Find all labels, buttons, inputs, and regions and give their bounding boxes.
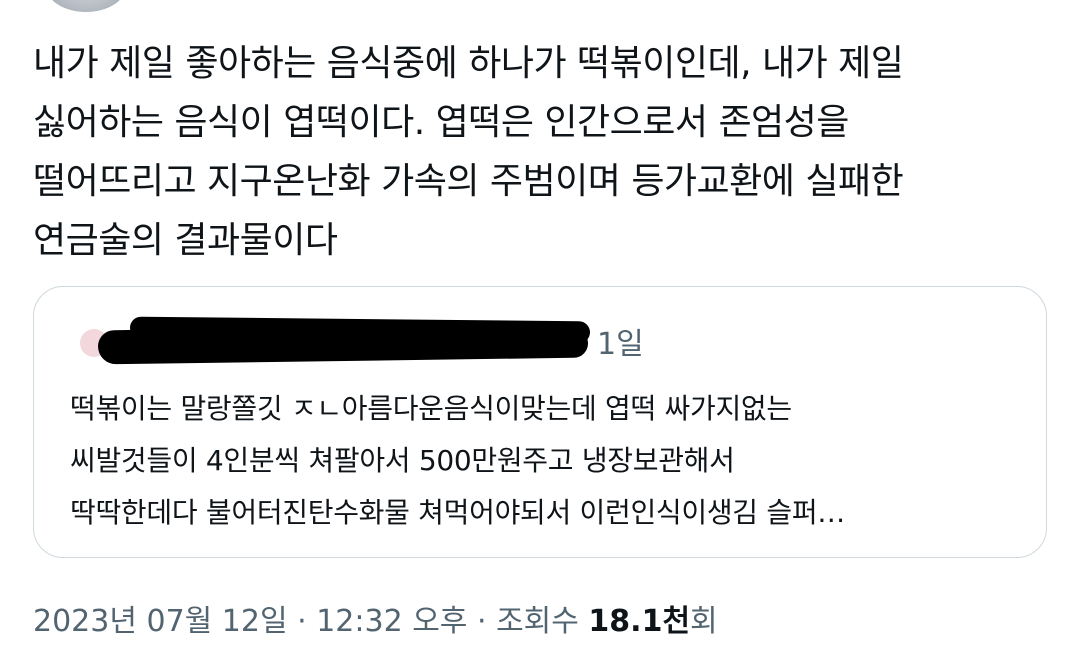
quoted-tweet-header: 1일 (70, 316, 670, 367)
meta-separator: · (476, 604, 487, 639)
views-count[interactable]: 18.1천 (588, 604, 690, 639)
tweet-date[interactable]: 2023년 07월 12일 (33, 604, 288, 639)
tweet-text-line: 내가 제일 좋아하는 음식중에 하나가 떡볶이인데, 내가 제일 (33, 43, 904, 84)
quoted-tweet-time[interactable]: 1일 (597, 319, 644, 363)
tweet-text: 내가 제일 좋아하는 음식중에 하나가 떡볶이인데, 내가 제일 싫어하는 음식… (33, 34, 1048, 270)
quoted-tweet-text-line: 씨발것들이 4인분씩 쳐팔아서 500만원주고 냉장보관해서 (70, 444, 735, 477)
quoted-tweet-text-line: 딱딱한데다 불어터진탄수화물 쳐먹어야되서 이런인식이생김 슬퍼… (70, 496, 845, 529)
tweet-time[interactable]: 12:32 오후 (316, 604, 467, 639)
tweet-metadata: 2023년 07월 12일 · 12:32 오후 · 조회수 18.1천회 (33, 596, 718, 640)
author-avatar[interactable] (46, 0, 126, 12)
tweet-text-line: 떨어뜨리고 지구온난화 가속의 주범이며 등가교환에 실패한 (33, 161, 904, 202)
meta-separator: · (297, 604, 307, 639)
views-label: 조회수 (496, 604, 579, 639)
quoted-tweet-card[interactable]: 1일 떡볶이는 말랑쫄깃 ㅈㄴ아름다운음식이맞는데 엽떡 싸가지없는 씨발것들이… (33, 286, 1047, 558)
tweet-text-line: 연금술의 결과물이다 (33, 220, 338, 261)
quoted-tweet-text: 떡볶이는 말랑쫄깃 ㅈㄴ아름다운음식이맞는데 엽떡 싸가지없는 씨발것들이 4인… (70, 383, 1030, 539)
quoted-tweet-text-line: 떡볶이는 말랑쫄깃 ㅈㄴ아름다운음식이맞는데 엽떡 싸가지없는 (70, 392, 792, 425)
tweet-text-line: 싫어하는 음식이 엽떡이다. 엽떡은 인간으로서 존엄성을 (33, 102, 849, 143)
views-suffix: 회 (690, 604, 718, 639)
